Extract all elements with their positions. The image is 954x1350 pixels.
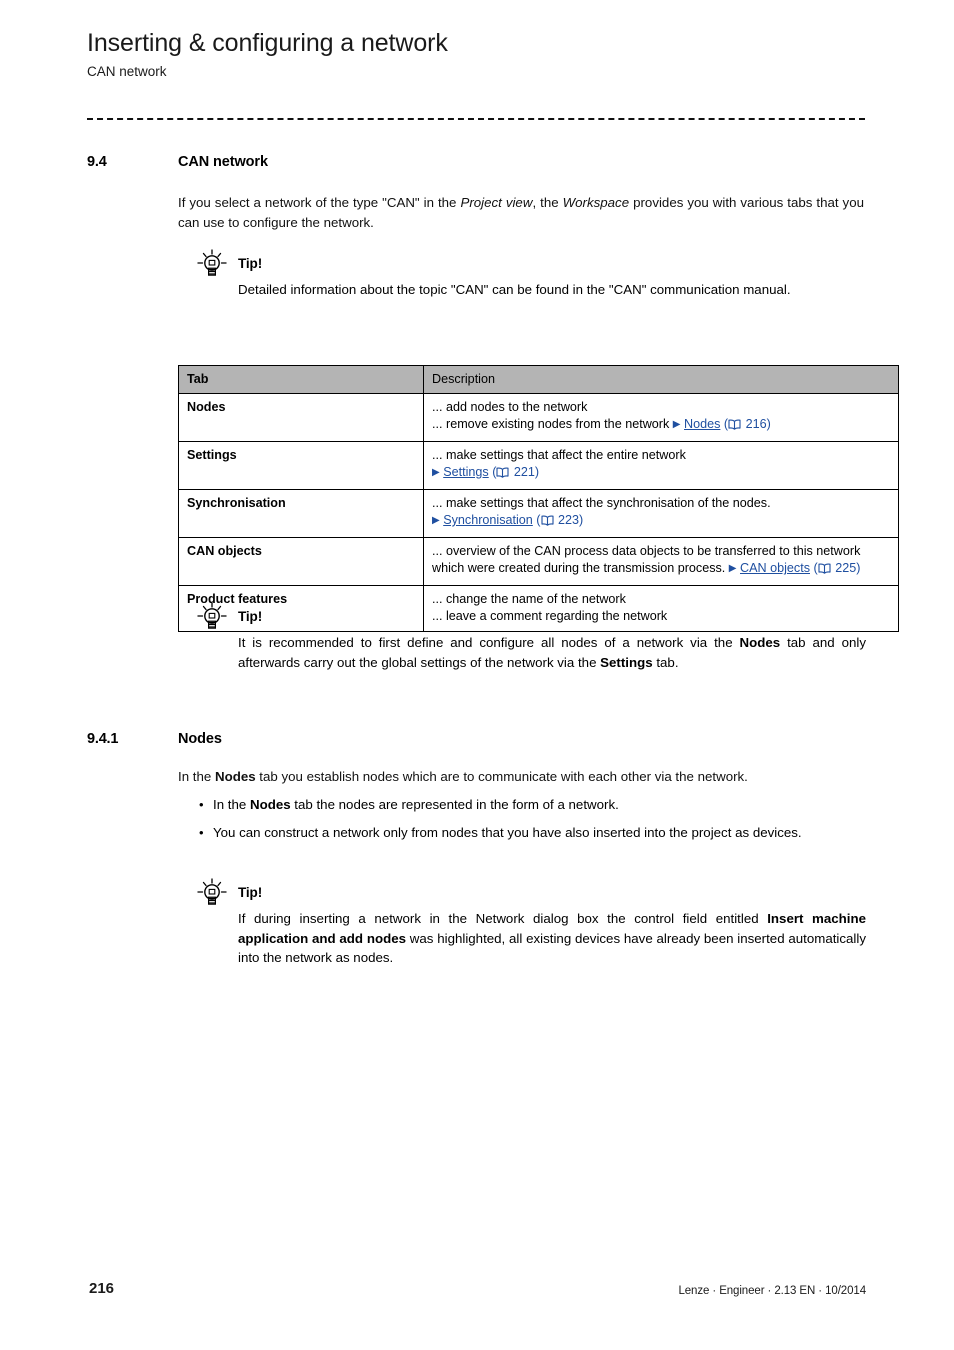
tip-header: Tip! (194, 248, 866, 280)
page-subtitle: CAN network (87, 64, 167, 79)
book-icon (728, 418, 741, 435)
table-cell-tab: Synchronisation (178, 489, 424, 538)
lightbulb-icon (194, 877, 230, 909)
description-line: ▶ Synchronisation ( 223) (432, 512, 890, 531)
document-page: Inserting & configuring a network CAN ne… (0, 0, 954, 1350)
page-reference: ( 223) (533, 513, 583, 527)
page-reference: ( 221) (489, 465, 539, 479)
table-cell-description: ... overview of the CAN process data obj… (423, 537, 899, 586)
table-cell-tab: Nodes (178, 393, 424, 442)
list-item-text: In the (213, 797, 250, 812)
tip-box-3: Tip! If during inserting a network in th… (194, 877, 866, 968)
description-line: ... make settings that affect the entire… (432, 447, 890, 464)
intro-emphasis-project-view: Project view (460, 195, 533, 210)
book-icon (540, 514, 554, 531)
description-line: ... make settings that affect the synchr… (432, 495, 890, 512)
footer-meta: Lenze · Engineer · 2.13 EN · 10/2014 (678, 1285, 866, 1297)
header-divider (87, 118, 865, 120)
intro-emphasis-workspace: Workspace (562, 195, 630, 210)
tip-text: Detailed information about the topic "CA… (238, 282, 791, 297)
table-cell-description: ... add nodes to the network ... remove e… (423, 393, 899, 442)
bullet-icon: • (199, 797, 204, 812)
tip2-part-3: tab. (652, 654, 679, 670)
tip-label: Tip! (238, 256, 263, 271)
section-title: CAN network (178, 154, 268, 170)
page-reference: ( 216) (720, 417, 771, 431)
description-line: ... overview of the CAN process data obj… (432, 543, 890, 579)
tip3-part-1: If during inserting a network in the Net… (238, 911, 768, 926)
lightbulb-icon (194, 601, 230, 633)
chevron-right-icon: ▶ (728, 563, 737, 574)
table-header-row: Tab Description (178, 365, 899, 394)
description-line: ... remove existing nodes from the netwo… (432, 416, 890, 435)
intro-part-1: If you select a network of the type "CAN… (178, 195, 461, 210)
tip-text: It is recommended to first define and co… (238, 633, 866, 672)
page-header: Inserting & configuring a network CAN ne… (87, 28, 867, 81)
table-row: CAN objects... overview of the CAN proce… (178, 537, 899, 586)
book-icon (496, 466, 509, 483)
intro-bold-nodes: Nodes (214, 769, 256, 784)
section-number: 9.4 (87, 154, 107, 170)
page-title: Inserting & configuring a network (87, 29, 448, 57)
cross-reference-link[interactable]: Synchronisation (443, 513, 533, 527)
intro-part-1: In the (178, 769, 215, 784)
tabs-description-table: Tab Description Nodes... add nodes to th… (178, 365, 899, 632)
table-row: Nodes ... add nodes to the network ... rem… (178, 393, 899, 442)
cross-reference-link[interactable]: Settings (443, 465, 489, 479)
footer-page-number: 216 (89, 1280, 115, 1297)
bullet-icon: • (199, 824, 204, 840)
table-row: Settings ... make settings that affect th… (178, 441, 899, 490)
table-header-tab: Tab (178, 365, 424, 394)
description-line: ... add nodes to the network (432, 399, 890, 416)
section-number: 9.4.1 (87, 731, 119, 747)
list-item: • In the Nodes tab the nodes are represen… (196, 795, 864, 815)
chevron-right-icon: ▶ (432, 515, 440, 526)
book-icon (818, 562, 831, 579)
description-line: ▶ Settings ( 221) (432, 464, 890, 483)
intro-part-2: tab you establish nodes which are to com… (255, 769, 748, 784)
description-text: ... make settings that affect the synchr… (432, 496, 771, 510)
list-item-bold: Nodes (249, 797, 291, 812)
section-title: Nodes (178, 731, 222, 747)
tip-header: Tip! (194, 877, 866, 909)
cross-reference-link[interactable]: CAN objects (740, 561, 810, 575)
tip2-bold-settings: Settings (600, 654, 653, 670)
cross-reference-link[interactable]: Nodes (684, 417, 720, 431)
list-item-text: You can construct a network only from no… (213, 824, 802, 840)
table-cell-description: ... make settings that affect the entire… (423, 441, 899, 490)
chevron-right-icon: ▶ (432, 467, 440, 478)
table-header-description: Description (423, 365, 899, 394)
list-item: • You can construct a network only from n… (196, 823, 864, 843)
list-item-text-2: tab the nodes are represented in the for… (290, 797, 619, 812)
chevron-right-icon: ▶ (672, 419, 681, 430)
description-text: ... add nodes to the network (432, 400, 588, 414)
table-cell-tab: CAN objects (178, 537, 424, 586)
tip-label: Tip! (238, 885, 263, 900)
table-cell-description: ... make settings that affect the synchr… (423, 489, 899, 538)
tip2-part-1: It is recommended to first define and co… (238, 635, 740, 650)
description-text: ... make settings that affect the entire… (432, 448, 686, 462)
tip-label: Tip! (238, 609, 263, 624)
intro-part-2: , the (532, 195, 563, 210)
lightbulb-icon (194, 248, 230, 280)
page-reference: ( 225) (810, 561, 860, 575)
table-cell-tab: Settings (178, 441, 424, 490)
section-9-4-1-intro: In the Nodes tab you establish nodes whi… (178, 767, 864, 787)
tip-text: If during inserting a network in the Net… (238, 909, 866, 968)
tip-header: Tip! (194, 601, 866, 633)
section-9-4-intro: If you select a network of the type "CAN… (178, 193, 864, 232)
nodes-bullet-list: • In the Nodes tab the nodes are represen… (196, 795, 864, 850)
description-text: ... remove existing nodes from the netwo… (432, 417, 673, 431)
table-body: Nodes ... add nodes to the network ... rem… (178, 393, 899, 632)
table-row: Synchronisation ... make settings that af… (178, 489, 899, 538)
tip2-bold-nodes: Nodes (739, 635, 781, 650)
tip-box-1: Tip! Detailed information about the topi… (194, 248, 866, 300)
tip-box-2: Tip! It is recommended to first define a… (194, 601, 866, 672)
